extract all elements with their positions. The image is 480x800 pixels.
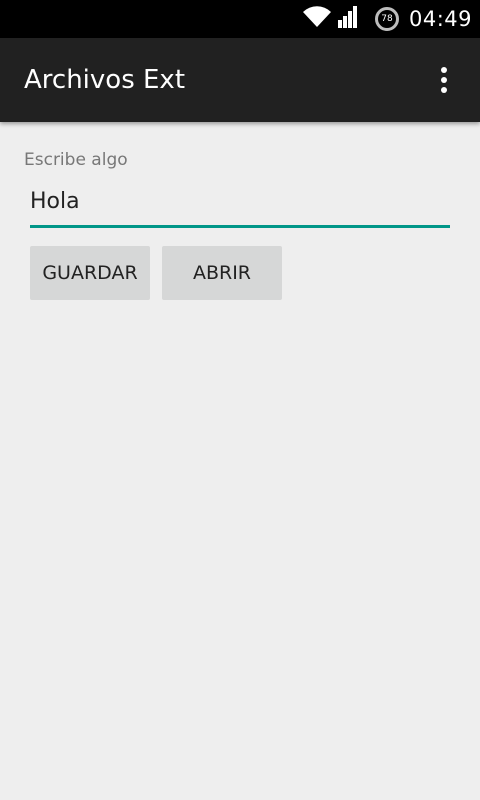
text-input[interactable] [30,178,450,228]
app-bar: Archivos Ext [0,38,480,122]
input-label: Escribe algo [24,150,128,170]
battery-level: 78 [381,14,393,24]
status-bar: 78 04:49 [0,0,480,38]
battery-ring-icon: 78 [374,7,399,31]
overflow-dot [441,87,447,93]
open-button[interactable]: ABRIR [162,246,282,300]
status-clock: 04:49 [408,7,472,31]
screen: 78 04:49 Archivos Ext Escribe algo GUARD… [0,0,480,800]
app-title: Archivos Ext [24,65,186,95]
wifi-icon [302,6,331,32]
status-icons: 78 04:49 [302,0,472,38]
overflow-dot [441,77,447,83]
overflow-menu-icon[interactable] [428,64,460,96]
overflow-dot [441,67,447,73]
cell-signal-icon [337,6,359,32]
save-button[interactable]: GUARDAR [30,246,150,300]
